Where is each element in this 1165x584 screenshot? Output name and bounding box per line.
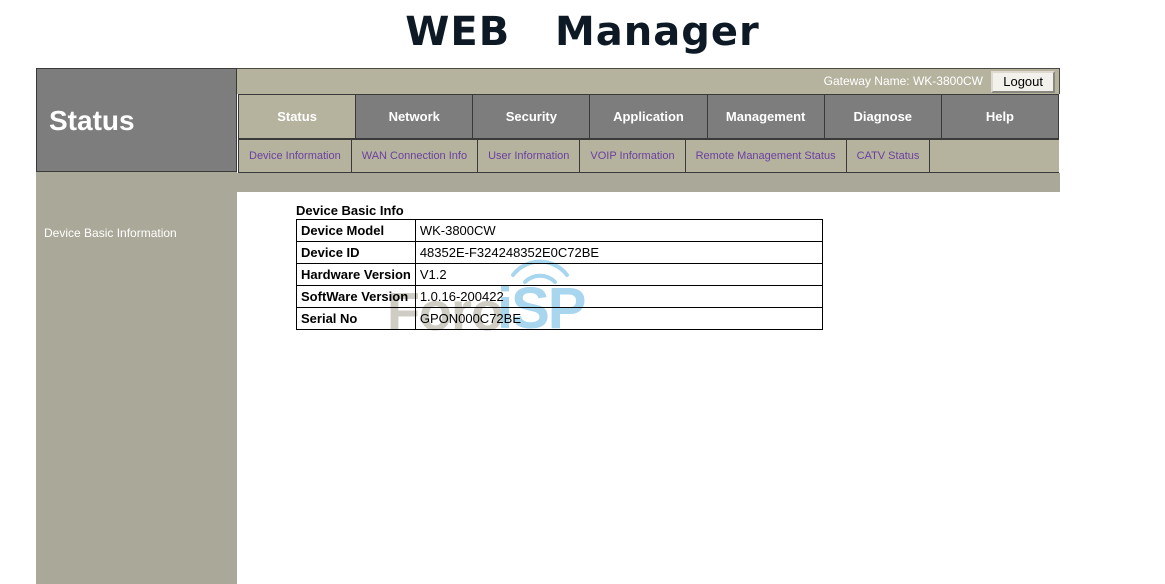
table-row: Device Model WK-3800CW [296,219,824,242]
table-row: SoftWare Version 1.0.16-200422 [296,285,824,308]
row-value: V1.2 [414,263,824,286]
row-label: SoftWare Version [296,285,416,308]
sidebar-header-label: Status [49,105,135,136]
logout-button[interactable]: Logout [991,71,1055,93]
gateway-name-label: Gateway Name: WK-3800CW [823,74,983,88]
sidebar-item-device-basic-information[interactable]: Device Basic Information [44,226,177,240]
sidebar-panel: Device Basic Information [36,172,237,584]
row-label: Device Model [296,219,416,242]
row-label: Hardware Version [296,263,416,286]
sidebar-header: Status [36,68,237,172]
table-row: Hardware Version V1.2 [296,263,824,286]
row-label: Serial No [296,307,416,330]
main-tab-network[interactable]: Network [356,94,474,139]
row-label: Device ID [296,241,416,264]
sub-tab-wan-connection-info[interactable]: WAN Connection Info [351,139,479,172]
sidebar: Status Device Basic Information [36,68,237,584]
main-tab-application[interactable]: Application [590,94,708,139]
navigation-region: Gateway Name: WK-3800CW Logout Status Net… [237,68,1060,192]
sub-tab-user-information[interactable]: User Information [478,139,581,172]
main-tab-management[interactable]: Management [707,94,825,139]
table-row: Serial No GPON000C72BE [296,307,824,330]
sub-tab-bar: Device Information WAN Connection Info Use… [238,139,1059,173]
gateway-bar: Gateway Name: WK-3800CW Logout [237,68,1060,94]
main-tab-bar: Status Network Security Application Manageme… [238,94,1059,139]
sub-tab-remote-management-status[interactable]: Remote Management Status [685,139,847,172]
sub-tab-voip-information[interactable]: VOIP Information [580,139,686,172]
row-value: GPON000C72BE [414,307,824,330]
sub-tab-device-information[interactable]: Device Information [239,139,352,172]
main-tab-status[interactable]: Status [239,94,357,139]
page-title: WEB Manager [405,9,760,55]
main-tab-help[interactable]: Help [941,94,1059,139]
row-value: WK-3800CW [414,219,824,242]
main-tab-security[interactable]: Security [473,94,591,139]
sub-tab-catv-status[interactable]: CATV Status [846,139,931,172]
table-row: Device ID 48352E-F324248352E0C72BE [296,241,824,264]
table-caption: Device Basic Info [296,203,404,218]
main-tab-diagnose[interactable]: Diagnose [824,94,942,139]
sub-tab-filler [930,139,1059,172]
content-area: Foro iSP Device Basic Info Device Model W… [237,192,1165,584]
row-value: 1.0.16-200422 [414,285,824,308]
nav-bottom-strip [237,173,1060,192]
row-value: 48352E-F324248352E0C72BE [414,241,824,264]
device-basic-info-table: Device Model WK-3800CW Device ID 48352E-F32… [296,219,824,330]
